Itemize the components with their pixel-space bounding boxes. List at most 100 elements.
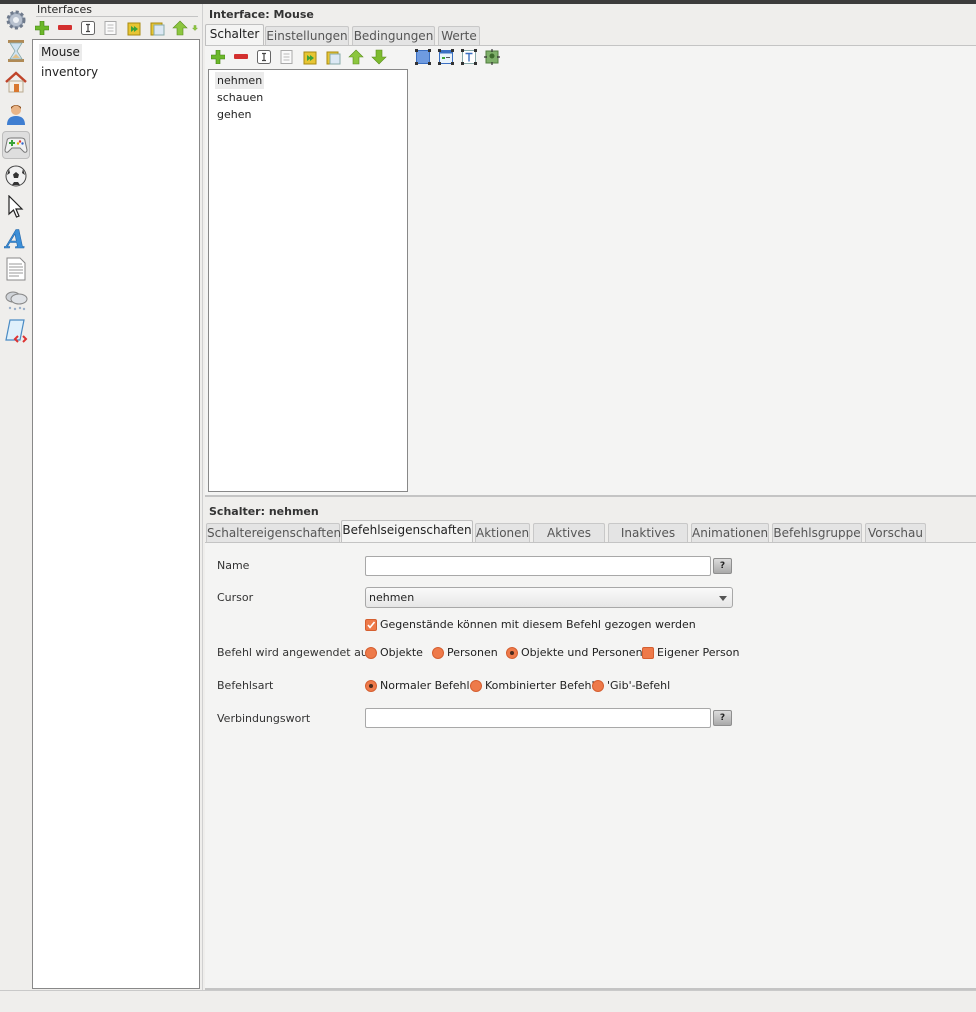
- add-icon: [211, 50, 225, 64]
- interfaces-list[interactable]: Mouse inventory: [32, 39, 200, 989]
- rail-item-special-effects[interactable]: [2, 286, 30, 314]
- cursor-select[interactable]: nehmen: [365, 587, 733, 608]
- divider: [36, 16, 198, 17]
- rail-item-characters[interactable]: [2, 100, 30, 128]
- tab-schalter[interactable]: Schalter: [205, 24, 264, 46]
- applies-personen-label[interactable]: Personen: [447, 646, 498, 659]
- interfaces-panel-title: Interfaces: [37, 3, 92, 16]
- rename-interface-button[interactable]: [80, 20, 96, 36]
- rail-item-interfaces[interactable]: [2, 131, 30, 159]
- applies-objekte-und-personen-radio[interactable]: [506, 647, 518, 659]
- tab-bedingungen[interactable]: Bedingungen: [352, 26, 435, 45]
- copy-button-button[interactable]: [279, 49, 295, 65]
- move-up-button[interactable]: [348, 49, 364, 65]
- hourglass-icon: [8, 40, 24, 62]
- window-top-bar: [0, 0, 976, 4]
- move-down-button[interactable]: [371, 49, 387, 65]
- tab-einstellungen[interactable]: Einstellungen: [265, 26, 349, 45]
- paste-button-button[interactable]: [302, 49, 318, 65]
- tab-werte[interactable]: Werte: [438, 26, 480, 45]
- applies-eigener-person-label[interactable]: Eigener Person: [657, 646, 739, 659]
- status-bar: [0, 990, 976, 1012]
- name-input[interactable]: [365, 556, 711, 576]
- rail-item-rooms[interactable]: [2, 68, 30, 96]
- buttons-list[interactable]: nehmen schauen gehen: [208, 69, 408, 492]
- applies-objekte-label[interactable]: Objekte: [380, 646, 423, 659]
- tab-inaktives-bild[interactable]: Inaktives Bild: [608, 523, 688, 558]
- soccer-ball-icon: [5, 165, 27, 187]
- link-word-input[interactable]: [365, 708, 711, 728]
- type-combined-radio[interactable]: [470, 680, 482, 692]
- tab-animationen[interactable]: Animationen: [691, 523, 769, 542]
- drag-items-checkbox[interactable]: [365, 619, 377, 631]
- tab-befehlsgruppe[interactable]: Befehlsgruppe: [772, 523, 862, 542]
- button-image-button[interactable]: [484, 49, 500, 65]
- type-give-radio[interactable]: [592, 680, 604, 692]
- type-normal-label[interactable]: Normaler Befehl: [380, 679, 470, 692]
- applies-eigener-person-checkbox[interactable]: [642, 647, 654, 659]
- add-interface-button[interactable]: [34, 20, 50, 36]
- tab-aktionen[interactable]: Aktionen: [475, 523, 530, 542]
- interface-panel-title: Interface: Mouse: [209, 8, 314, 21]
- rail-item-texts[interactable]: [2, 255, 30, 283]
- rail-item-objects[interactable]: [2, 162, 30, 190]
- window-icon: [438, 49, 454, 65]
- rename-button-button[interactable]: [256, 49, 272, 65]
- rail-item-fonts[interactable]: A: [2, 224, 30, 252]
- name-help-button[interactable]: ?: [713, 558, 732, 574]
- svg-text:A: A: [4, 225, 25, 251]
- clipboard-button[interactable]: [149, 20, 165, 36]
- clipboard-button[interactable]: [325, 49, 341, 65]
- type-normal-radio[interactable]: [365, 680, 377, 692]
- remove-icon: [58, 25, 72, 30]
- rail-item-game-settings[interactable]: [2, 6, 30, 34]
- add-icon: [35, 21, 49, 35]
- paste-interface-button[interactable]: [126, 20, 142, 36]
- cursor-arrow-icon: [8, 195, 24, 218]
- link-word-label: Verbindungswort: [217, 712, 311, 725]
- applies-personen-radio[interactable]: [432, 647, 444, 659]
- list-item-button[interactable]: nehmen: [215, 72, 265, 89]
- list-item-button[interactable]: schauen: [215, 89, 265, 106]
- move-up-icon: [348, 49, 364, 65]
- name-label: Name: [217, 559, 250, 572]
- type-combined-label[interactable]: Kombinierter Befehl: [485, 679, 595, 692]
- list-item-interface[interactable]: inventory: [39, 64, 100, 81]
- rail-item-scripts[interactable]: [2, 317, 30, 345]
- remove-icon: [234, 54, 248, 59]
- move-up-button[interactable]: [172, 20, 188, 36]
- gamepad-icon: [4, 137, 28, 153]
- move-down-icon: [371, 49, 387, 65]
- rename-icon: [257, 50, 271, 64]
- rail-item-cursors[interactable]: [2, 193, 30, 221]
- copy-icon: [280, 50, 293, 64]
- script-scroll-icon: [5, 319, 28, 343]
- add-button-button[interactable]: [210, 49, 226, 65]
- link-word-help-button[interactable]: ?: [713, 710, 732, 726]
- move-down-button[interactable]: [192, 20, 198, 36]
- category-rail: A: [0, 4, 32, 990]
- list-item-button[interactable]: gehen: [215, 106, 253, 123]
- applies-objekte-radio[interactable]: [365, 647, 377, 659]
- person-icon: [7, 105, 25, 125]
- tab-schaltereigenschaften[interactable]: Schaltereigenschaften: [206, 523, 341, 542]
- type-give-label[interactable]: 'Gib'-Befehl: [607, 679, 670, 692]
- copy-interface-button[interactable]: [103, 20, 119, 36]
- tab-aktives-bild[interactable]: Aktives Bild: [533, 523, 605, 558]
- panel-splitter[interactable]: [202, 4, 203, 990]
- tab-vorschau[interactable]: Vorschau: [865, 523, 926, 542]
- button-text-button[interactable]: [461, 49, 477, 65]
- list-item-interface[interactable]: Mouse: [39, 44, 82, 61]
- rail-item-time[interactable]: [2, 37, 30, 65]
- remove-button-button[interactable]: [233, 49, 249, 65]
- remove-interface-button[interactable]: [57, 20, 73, 36]
- tab-befehlseigenschaften[interactable]: Befehlseigenschaften: [341, 520, 473, 542]
- move-up-icon: [172, 20, 188, 36]
- font-a-icon: A: [4, 225, 26, 251]
- drag-items-label[interactable]: Gegenstände können mit diesem Befehl gez…: [380, 618, 696, 631]
- applies-objekte-und-personen-label[interactable]: Objekte und Personen: [521, 646, 643, 659]
- copy-icon: [104, 21, 117, 35]
- button-size-button[interactable]: [415, 49, 431, 65]
- cursor-select-value: nehmen: [369, 591, 415, 604]
- button-window-button[interactable]: [438, 49, 454, 65]
